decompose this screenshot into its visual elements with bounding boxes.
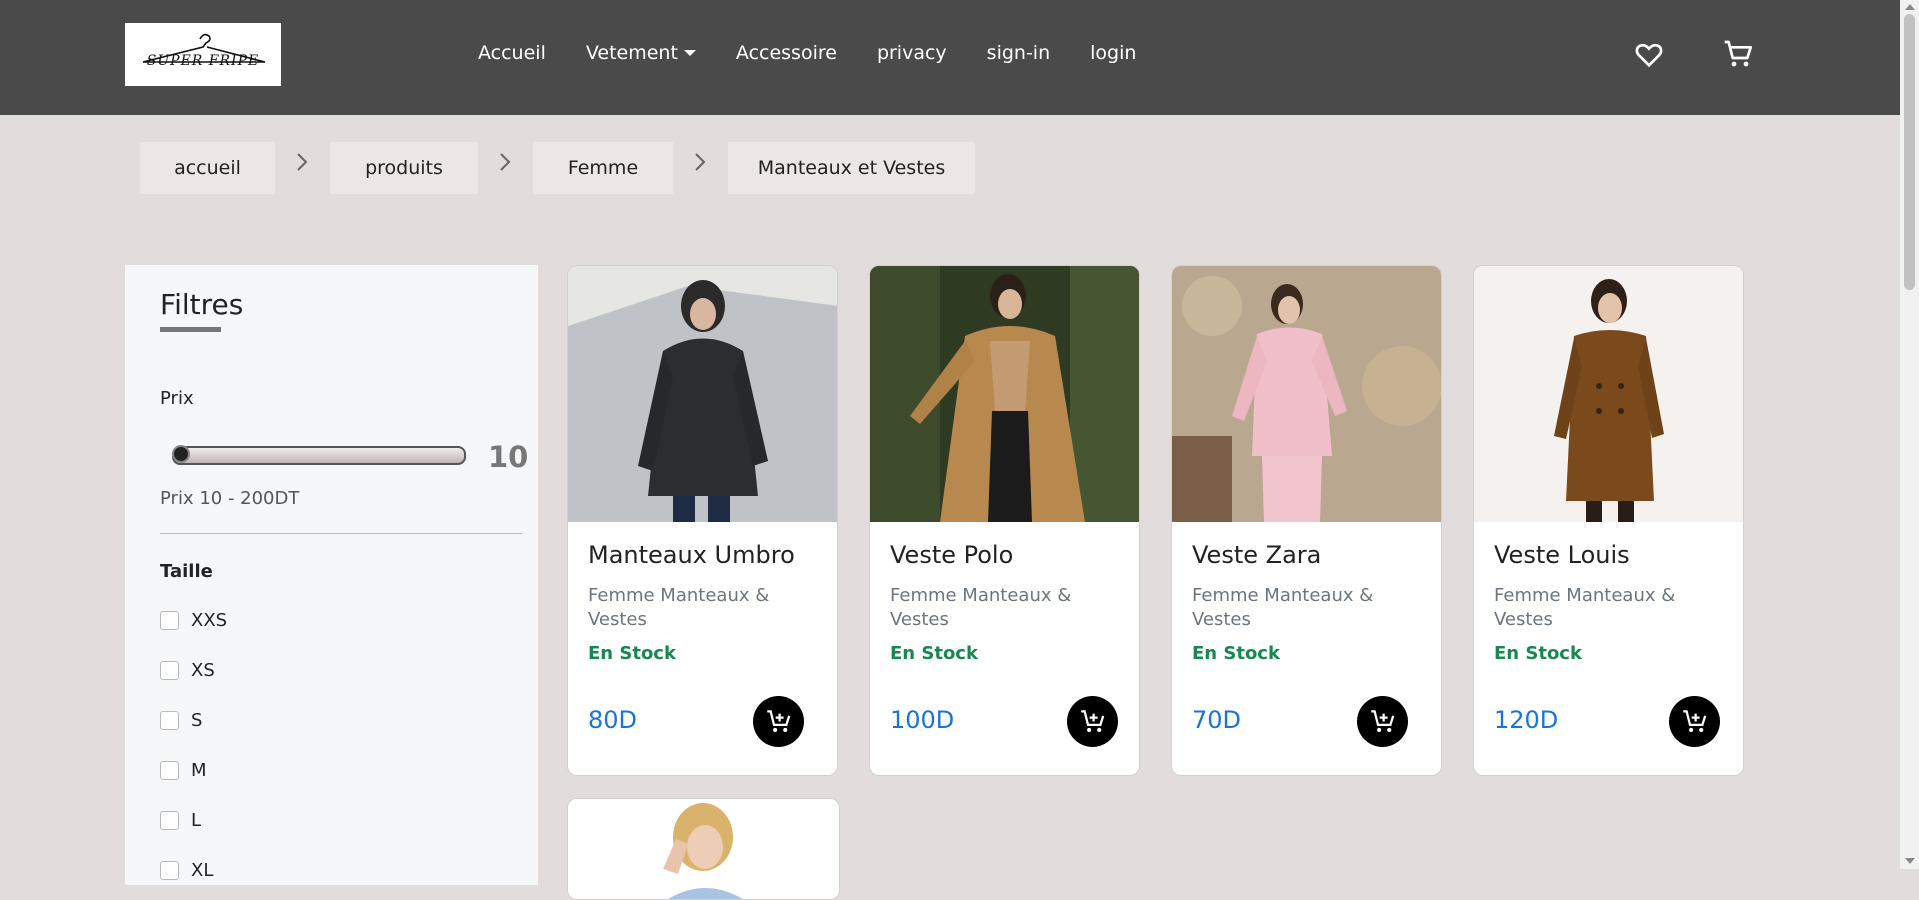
nav-sign-in[interactable]: sign-in [987,42,1050,64]
product-card[interactable]: Veste Zara Femme Manteaux & Vestes En St… [1171,265,1442,776]
checkbox[interactable] [160,611,179,630]
add-cart-icon [1081,710,1105,732]
cart-icon[interactable] [1722,38,1754,70]
scroll-up-icon[interactable] [1905,4,1915,10]
size-option-xxs[interactable]: XXS [160,610,227,631]
size-option-xs[interactable]: XS [160,660,215,681]
checkbox[interactable] [160,711,179,730]
heart-icon[interactable] [1633,38,1665,70]
size-option-m[interactable]: M [160,760,207,781]
size-option-s[interactable]: S [160,710,202,731]
product-name[interactable]: Veste Polo [890,541,1013,569]
main-nav: Accueil Vetement Accessoire privacy sign… [478,42,1176,64]
size-option-label: XS [191,660,215,681]
price-slider-handle[interactable] [172,445,190,463]
product-price: 120D [1494,706,1559,734]
scroll-down-icon[interactable] [1905,858,1915,864]
size-label: Taille [160,561,213,582]
product-card[interactable]: Veste Louis Femme Manteaux & Vestes En S… [1473,265,1744,776]
add-to-cart-button[interactable] [1067,696,1118,747]
price-slider[interactable] [172,446,466,465]
add-cart-icon [767,710,791,732]
page-scrollbar[interactable] [1900,0,1919,869]
product-price: 80D [588,706,638,734]
nav-login[interactable]: login [1090,42,1136,64]
caret-down-icon [683,50,696,56]
product-image[interactable] [568,799,839,899]
nav-privacy[interactable]: privacy [877,42,947,64]
size-option-xl[interactable]: XL [160,860,213,881]
stock-status: En Stock [1192,643,1280,664]
breadcrumb-produits[interactable]: produits [330,142,478,194]
nav-accessoire[interactable]: Accessoire [736,42,837,64]
checkbox[interactable] [160,811,179,830]
divider [160,533,522,534]
product-name[interactable]: Veste Louis [1494,541,1630,569]
price-label: Prix [160,388,194,409]
product-price: 70D [1192,706,1242,734]
logo-text: SUPER FRIPE [146,53,260,69]
checkbox[interactable] [160,661,179,680]
size-option-l[interactable]: L [160,810,201,831]
chevron-right-icon [695,153,706,171]
product-card[interactable] [567,798,840,900]
stock-status: En Stock [890,643,978,664]
breadcrumb-femme[interactable]: Femme [533,142,673,194]
breadcrumb-accueil[interactable]: accueil [140,142,275,194]
chevron-right-icon [500,153,511,171]
size-option-label: S [191,710,203,731]
scrollbar-thumb[interactable] [1904,14,1915,290]
size-option-label: XXS [191,610,228,631]
product-image[interactable] [1474,266,1744,522]
product-price: 100D [890,706,955,734]
size-option-label: XL [191,860,214,881]
product-category: Femme Manteaux & Vestes [588,585,770,630]
super-fripe-logo[interactable]: SUPER FRIPE [125,23,281,86]
top-navbar: SUPER FRIPE Accueil Vetement Accessoire … [0,0,1900,115]
title-underline [160,327,221,332]
add-to-cart-button[interactable] [1669,696,1720,747]
add-to-cart-button[interactable] [1357,696,1408,747]
filters-sidebar: Filtres Prix 10 Prix 10 - 200DT Taille X… [125,265,538,885]
nav-vetement-label: Vetement [585,42,678,64]
add-cart-icon [1371,710,1395,732]
product-image[interactable] [870,266,1140,522]
stock-status: En Stock [588,643,676,664]
product-image[interactable] [1172,266,1442,522]
product-name[interactable]: Manteaux Umbro [588,541,795,569]
product-name[interactable]: Veste Zara [1192,541,1321,569]
product-category: Femme Manteaux & Vestes [890,585,1072,630]
filters-title: Filtres [160,288,244,321]
product-category: Femme Manteaux & Vestes [1192,585,1374,630]
breadcrumb-manteaux-vestes: Manteaux et Vestes [728,142,975,194]
checkbox[interactable] [160,761,179,780]
size-option-label: L [191,810,202,831]
add-to-cart-button[interactable] [753,696,804,747]
size-option-label: M [191,760,207,781]
product-category: Femme Manteaux & Vestes [1494,585,1676,630]
price-range-text: Prix 10 - 200DT [160,488,300,509]
nav-accueil[interactable]: Accueil [478,42,546,64]
checkbox[interactable] [160,861,179,880]
price-slider-value: 10 [488,440,529,474]
product-card[interactable]: Veste Polo Femme Manteaux & Vestes En St… [869,265,1140,776]
nav-vetement-dropdown[interactable]: Vetement [586,42,696,64]
stock-status: En Stock [1494,643,1582,664]
chevron-right-icon [297,153,308,171]
product-card[interactable]: Manteaux Umbro Femme Manteaux & Vestes E… [567,265,838,776]
product-image[interactable] [568,266,838,522]
add-cart-icon [1683,710,1707,732]
